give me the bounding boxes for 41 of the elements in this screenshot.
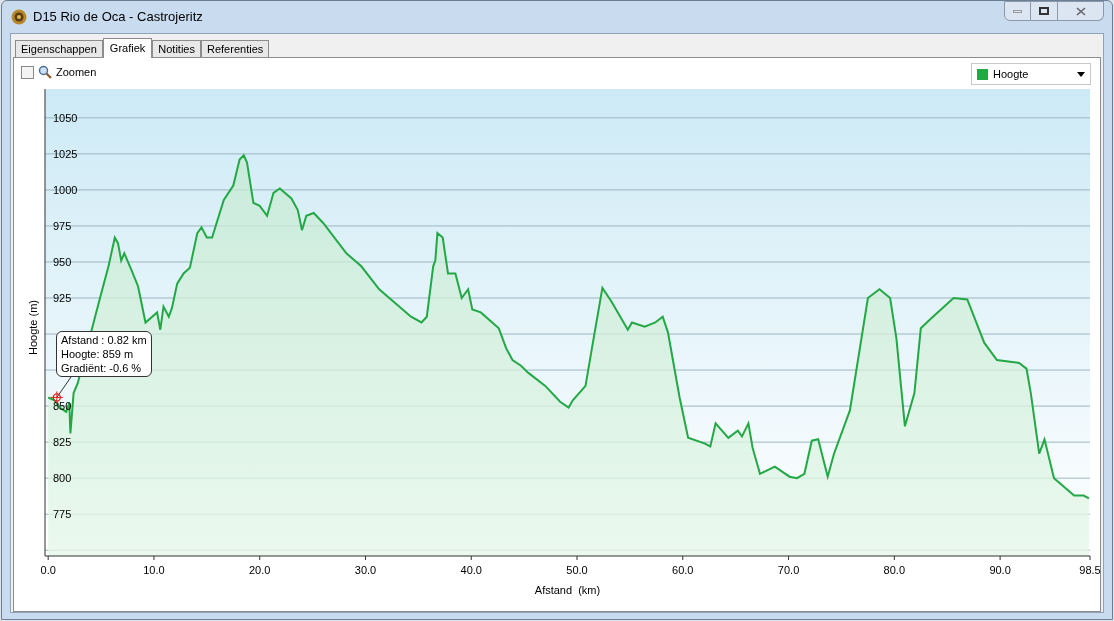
y-axis-title: Hoogte (m) [27, 300, 39, 355]
y-tick-label: 975 [53, 219, 72, 232]
minimize-icon [1013, 9, 1022, 13]
x-tick-label: 50.0 [566, 564, 588, 576]
zoom-label: Zoomen [56, 64, 97, 80]
series-dropdown[interactable]: Hoogte [971, 63, 1091, 85]
maximize-icon [1039, 7, 1049, 15]
y-tick-label: 775 [53, 508, 72, 521]
window-title: D15 Rio de Oca - Castrojeritz [33, 8, 203, 27]
y-tick-label: 800 [53, 472, 72, 485]
x-tick-label: 90.0 [989, 564, 1011, 576]
tab[interactable]: Referenties [201, 40, 270, 57]
tab[interactable]: Grafiek [102, 38, 153, 58]
x-tick-label: 98.5 [1079, 564, 1101, 576]
y-tick-label: 1050 [53, 111, 78, 124]
tab[interactable]: Eigenschappen [15, 40, 103, 57]
x-tick-label: 60.0 [672, 564, 694, 576]
y-tick-label: 825 [53, 436, 72, 449]
x-tick-label: 40.0 [460, 564, 482, 576]
close-icon [1075, 6, 1086, 16]
tooltip-line: Hoogte: 859 m [61, 347, 135, 361]
x-axis-title: Afstand (km) [534, 584, 601, 596]
x-tick-label: 80.0 [883, 564, 906, 576]
crosshair-marker-icon [50, 390, 64, 404]
x-tick-label: 70.0 [777, 564, 800, 576]
x-tick-label: 0.0 [40, 564, 56, 576]
x-tick-label: 30.0 [354, 564, 377, 576]
maximize-button[interactable] [1031, 1, 1058, 21]
y-tick-label: 925 [53, 292, 72, 304]
zoom-checkbox[interactable] [21, 65, 34, 79]
x-tick-label: 10.0 [143, 564, 165, 576]
y-tick-label: 950 [53, 255, 72, 268]
tooltip-line: Afstand : 0.82 km [61, 333, 147, 347]
y-tick-label: 1000 [53, 183, 78, 196]
dropdown-caret-icon [1077, 71, 1085, 77]
search-icon [38, 65, 52, 79]
app-logo-icon [11, 9, 27, 25]
x-tick-label: 20.0 [249, 564, 271, 576]
tooltip-line: Gradiënt: -0.6 % [61, 361, 143, 375]
tab[interactable]: Notities [152, 40, 201, 57]
y-tick-label: 1025 [53, 147, 78, 160]
